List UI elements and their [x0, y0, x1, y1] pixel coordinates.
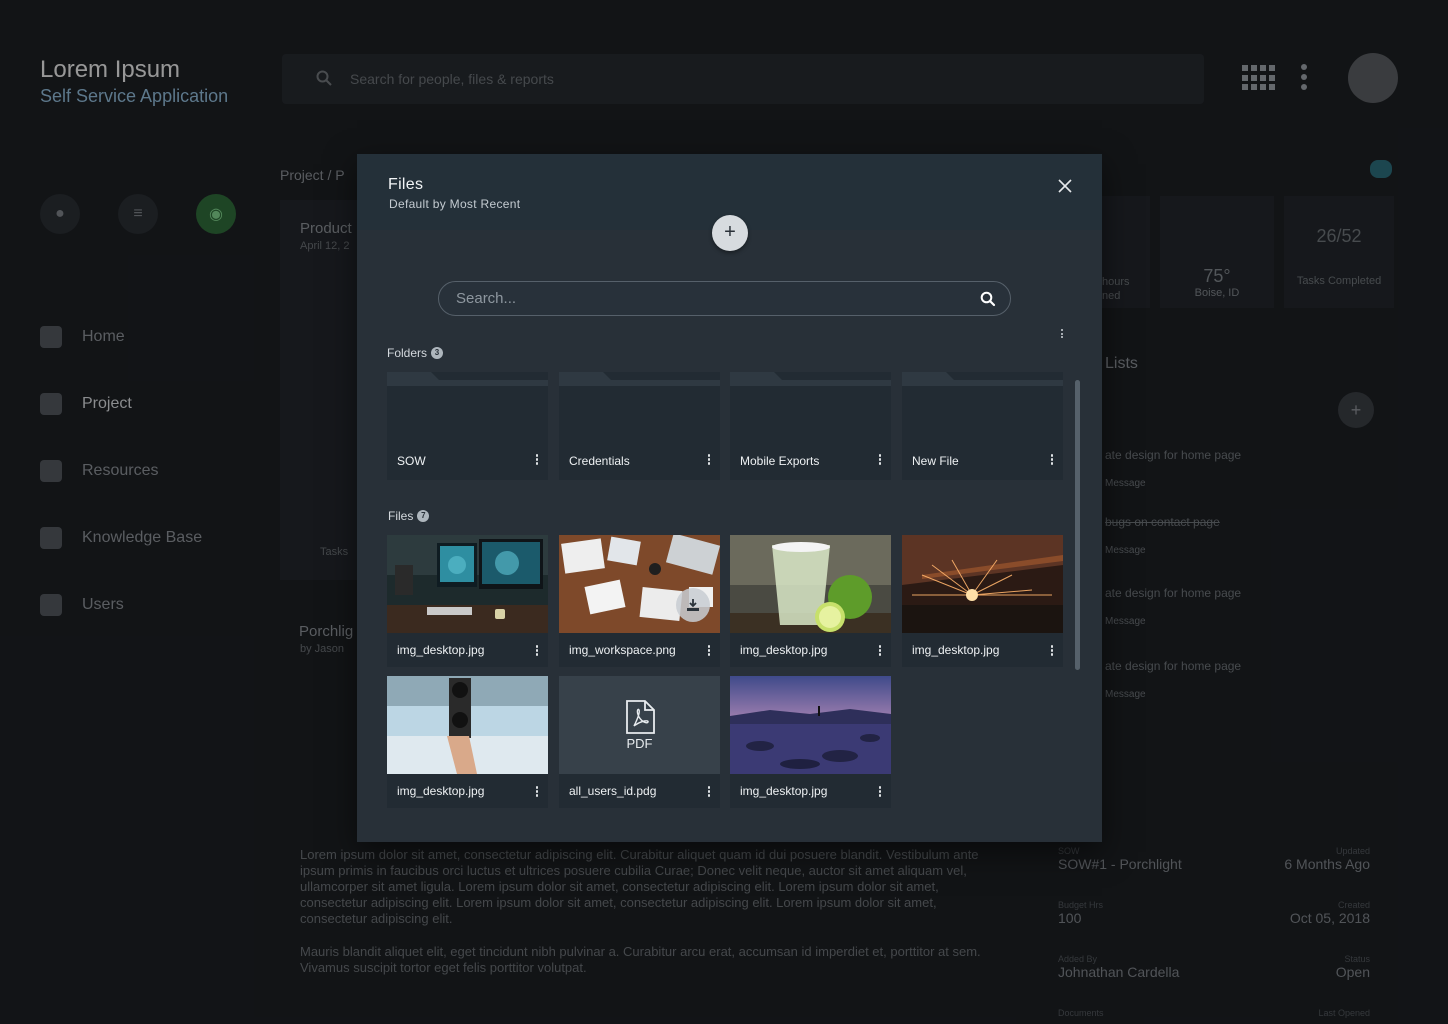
folder-name: Credentials	[569, 454, 630, 468]
file-search	[438, 281, 1011, 316]
folder-options-icon[interactable]	[875, 454, 885, 468]
files-count-badge: 7	[417, 510, 430, 522]
folder-options-icon[interactable]	[704, 454, 714, 468]
folder-card[interactable]: Credentials	[559, 372, 720, 480]
folder-card[interactable]: SOW	[387, 372, 548, 480]
file-options-icon[interactable]	[875, 645, 885, 659]
drink-thumbnail	[730, 535, 891, 633]
desktop-thumbnail	[387, 535, 548, 633]
files-label: Files	[388, 509, 414, 523]
folder-name: SOW	[397, 454, 426, 468]
file-card[interactable]: img_workspace.png	[559, 535, 720, 667]
file-name: img_desktop.jpg	[397, 784, 485, 798]
pdf-icon	[625, 699, 655, 734]
lake-thumbnail	[730, 676, 891, 774]
file-name: img_desktop.jpg	[397, 643, 485, 657]
folder-card[interactable]: New File	[902, 372, 1063, 480]
file-search-input[interactable]	[456, 282, 966, 315]
folder-card[interactable]: Mobile Exports	[730, 372, 891, 480]
close-button[interactable]	[1055, 176, 1075, 196]
camera-thumbnail	[387, 676, 548, 774]
file-name: img_desktop.jpg	[740, 784, 828, 798]
folder-options-icon[interactable]	[1047, 454, 1057, 468]
download-icon	[687, 599, 699, 611]
add-file-button[interactable]: +	[712, 215, 748, 251]
files-modal: Files Default by Most Recent + Folders 3…	[357, 154, 1102, 842]
search-icon[interactable]	[980, 291, 996, 307]
file-options-icon[interactable]	[532, 786, 542, 800]
file-options-icon[interactable]	[532, 645, 542, 659]
folders-heading: Folders 3	[387, 346, 444, 360]
pdf-thumbnail: PDF	[559, 676, 720, 774]
modal-more-options-icon[interactable]	[1057, 329, 1067, 343]
folders-count-badge: 3	[431, 347, 444, 359]
file-name: all_users_id.pdg	[569, 784, 657, 798]
folder-name: Mobile Exports	[740, 454, 820, 468]
folders-label: Folders	[387, 346, 428, 360]
folder-name: New File	[912, 454, 959, 468]
scrollbar-thumb[interactable]	[1075, 380, 1080, 670]
file-card[interactable]: PDF all_users_id.pdg	[559, 676, 720, 808]
file-card[interactable]: img_desktop.jpg	[730, 535, 891, 667]
sparks-thumbnail	[902, 535, 1063, 633]
file-card[interactable]: img_desktop.jpg	[387, 535, 548, 667]
file-card[interactable]: img_desktop.jpg	[387, 676, 548, 808]
file-name: img_desktop.jpg	[740, 643, 828, 657]
modal-title: Files	[388, 176, 424, 193]
download-button[interactable]	[676, 588, 710, 622]
file-options-icon[interactable]	[704, 786, 714, 800]
close-icon	[1058, 179, 1072, 193]
folder-icon	[902, 372, 1063, 386]
file-options-icon[interactable]	[875, 786, 885, 800]
file-card[interactable]: img_desktop.jpg	[730, 676, 891, 808]
file-options-icon[interactable]	[1047, 645, 1057, 659]
files-heading: Files 7	[388, 509, 430, 523]
file-name: img_desktop.jpg	[912, 643, 1000, 657]
folder-icon	[559, 372, 720, 386]
file-name: img_workspace.png	[569, 643, 676, 657]
folder-icon	[730, 372, 891, 386]
folder-options-icon[interactable]	[532, 454, 542, 468]
file-card[interactable]: img_desktop.jpg	[902, 535, 1063, 667]
file-options-icon[interactable]	[704, 645, 714, 659]
pdf-label: PDF	[626, 735, 653, 751]
modal-subtitle: Default by Most Recent	[389, 197, 521, 211]
folder-icon	[387, 372, 548, 386]
